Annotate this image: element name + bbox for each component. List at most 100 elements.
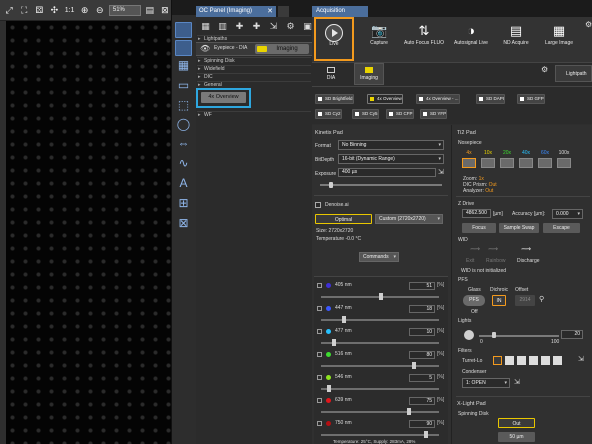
laser-power-field[interactable]: 51 bbox=[409, 282, 435, 290]
oc-button-sd-cy5[interactable]: SD Cy5 bbox=[352, 109, 379, 119]
commands-button[interactable]: Commands bbox=[359, 252, 399, 262]
roi-select[interactable]: Custom (2720x2720) bbox=[375, 214, 443, 224]
expand-icon[interactable]: ✣ bbox=[48, 3, 60, 17]
imaging-button[interactable]: Imaging bbox=[255, 44, 309, 54]
fit-screen-icon[interactable]: ⛶ bbox=[18, 3, 30, 17]
table-icon[interactable]: ▦ bbox=[199, 20, 212, 33]
escape-button[interactable]: Escape bbox=[543, 223, 580, 233]
laser-slider[interactable] bbox=[321, 342, 439, 344]
laser-slider[interactable] bbox=[321, 319, 439, 321]
oval-icon[interactable]: ◯ bbox=[175, 116, 192, 132]
filter-slot-6[interactable] bbox=[553, 356, 562, 365]
large-image-button[interactable]: ▦ Large Image bbox=[537, 23, 581, 59]
close-icon[interactable]: ✕ bbox=[264, 6, 276, 17]
zoom-in-icon[interactable]: ⊕ bbox=[79, 3, 91, 17]
oc-row[interactable]: WF bbox=[197, 111, 311, 119]
image-canvas[interactable] bbox=[6, 21, 171, 444]
panel-tab-collapsed[interactable] bbox=[278, 6, 289, 17]
laser-checkbox[interactable] bbox=[317, 329, 322, 334]
nd-acquire-button[interactable]: ▤ ND Acquire bbox=[494, 23, 538, 59]
objective-button[interactable] bbox=[462, 158, 476, 168]
laser-knob[interactable] bbox=[332, 339, 337, 346]
zoom-select[interactable]: 51% bbox=[108, 4, 141, 16]
objective-button[interactable] bbox=[557, 158, 571, 168]
oc-button-sd-cfp[interactable]: SD CFP bbox=[386, 109, 414, 119]
denoise-checkbox[interactable] bbox=[315, 202, 321, 208]
bitdepth-select[interactable]: 16-bit (Dynamic Range) bbox=[338, 154, 444, 164]
exposure-field[interactable]: 400 µs bbox=[338, 168, 436, 177]
light-bulb-icon[interactable] bbox=[464, 330, 474, 340]
oc-button-sd-brightfield[interactable]: SD Brightfield bbox=[315, 94, 354, 104]
exposure-knob[interactable] bbox=[329, 182, 333, 188]
oc-row[interactable]: Widefield bbox=[197, 65, 311, 73]
zoom-out-icon[interactable]: ⊖ bbox=[94, 3, 106, 17]
discharge-icon[interactable]: ⟿ bbox=[521, 245, 531, 253]
filter-slot-1[interactable] bbox=[493, 356, 502, 365]
oc-button-4x-overview[interactable]: 4x Overview bbox=[367, 94, 403, 104]
sample-swap-button[interactable]: Sample Swap bbox=[499, 223, 539, 233]
grid-icon[interactable]: ▦ bbox=[175, 57, 192, 73]
autosignal-button[interactable]: ◑ Autosignal Live bbox=[449, 23, 493, 59]
laser-power-field[interactable]: 5 bbox=[409, 374, 435, 382]
add-group-icon[interactable]: ✚ bbox=[250, 20, 263, 33]
oc-row[interactable]: Spinning Disk bbox=[197, 57, 311, 65]
laser-checkbox[interactable] bbox=[317, 283, 322, 288]
laser-power-field[interactable]: 80 bbox=[409, 351, 435, 359]
text-annotation-icon[interactable]: A bbox=[175, 175, 192, 191]
dichroic-button[interactable]: IN bbox=[492, 295, 506, 306]
offset-field[interactable]: 2914 bbox=[515, 295, 535, 306]
objective-button[interactable] bbox=[500, 158, 514, 168]
oc-row[interactable]: DIC bbox=[197, 73, 311, 81]
oc-row[interactable]: Lightpaths bbox=[197, 35, 311, 43]
z-position-field[interactable]: 4862.500 bbox=[462, 209, 491, 218]
oc-row[interactable]: General bbox=[197, 81, 311, 89]
laser-checkbox[interactable] bbox=[317, 375, 322, 380]
oc-button-4x-overview-2[interactable]: 4x Overview - ... bbox=[416, 94, 460, 104]
laser-power-field[interactable]: 18 bbox=[409, 305, 435, 313]
mode-dia[interactable]: DIA bbox=[317, 64, 345, 84]
lights-slider[interactable] bbox=[479, 335, 559, 337]
laser-checkbox[interactable] bbox=[317, 398, 322, 403]
search-icon[interactable]: ⚲ bbox=[539, 295, 544, 303]
out-button[interactable]: Out bbox=[498, 418, 535, 428]
filter-slot-4[interactable] bbox=[529, 356, 538, 365]
layout-icon[interactable] bbox=[175, 22, 192, 38]
laser-knob[interactable] bbox=[406, 408, 411, 415]
overview-button[interactable]: 4x Overview bbox=[201, 92, 246, 103]
fit-icon[interactable]: ⤢ bbox=[3, 3, 15, 17]
oc-button-sd-gfp[interactable]: SD GFP bbox=[517, 94, 545, 104]
laser-power-field[interactable]: 75 bbox=[409, 397, 435, 405]
gear-icon[interactable]: ⚙ bbox=[541, 65, 548, 74]
laser-slider[interactable] bbox=[321, 365, 439, 367]
accuracy-select[interactable]: 0.000 bbox=[552, 209, 583, 219]
laser-slider[interactable] bbox=[321, 388, 439, 390]
channel-icon[interactable] bbox=[175, 40, 192, 56]
filter-slot-2[interactable] bbox=[505, 356, 514, 365]
auto-exposure-icon[interactable]: ⇲ bbox=[438, 168, 444, 176]
oc-button-sd-yfp[interactable]: SD YFP bbox=[420, 109, 448, 119]
filter-slot-5[interactable] bbox=[541, 356, 550, 365]
config-settings-icon[interactable]: ⚙ bbox=[284, 20, 297, 33]
measure-icon[interactable]: ⇔ bbox=[175, 135, 192, 151]
objective-button[interactable] bbox=[481, 158, 495, 168]
laser-knob[interactable] bbox=[341, 316, 346, 323]
laser-checkbox[interactable] bbox=[317, 306, 322, 311]
laser-knob[interactable] bbox=[326, 385, 331, 392]
laser-knob[interactable] bbox=[412, 362, 417, 369]
grid-view-icon[interactable]: ▥ bbox=[216, 20, 229, 33]
image-menu-icon[interactable]: ▤ bbox=[144, 3, 156, 17]
add-config-icon[interactable]: ✚ bbox=[233, 20, 246, 33]
laser-checkbox[interactable] bbox=[317, 421, 322, 426]
optimal-button[interactable]: Optimal bbox=[315, 214, 372, 224]
laser-knob[interactable] bbox=[379, 293, 384, 300]
oc-button-sd-dapi[interactable]: SD DAPI bbox=[476, 94, 506, 104]
autofocus-button[interactable]: ⇅ Auto Focus FLUO bbox=[402, 23, 446, 59]
laser-slider[interactable] bbox=[321, 434, 439, 436]
objective-button[interactable] bbox=[519, 158, 533, 168]
filter-slot-3[interactable] bbox=[517, 356, 526, 365]
roi-icon[interactable]: ⬚ bbox=[175, 97, 192, 113]
capture-button[interactable]: 📷 Capture bbox=[357, 23, 401, 59]
waveform-icon[interactable]: ∿ bbox=[175, 155, 192, 171]
lights-value[interactable]: 20 bbox=[561, 330, 583, 339]
ratio-button[interactable]: 1:1 bbox=[64, 3, 76, 17]
